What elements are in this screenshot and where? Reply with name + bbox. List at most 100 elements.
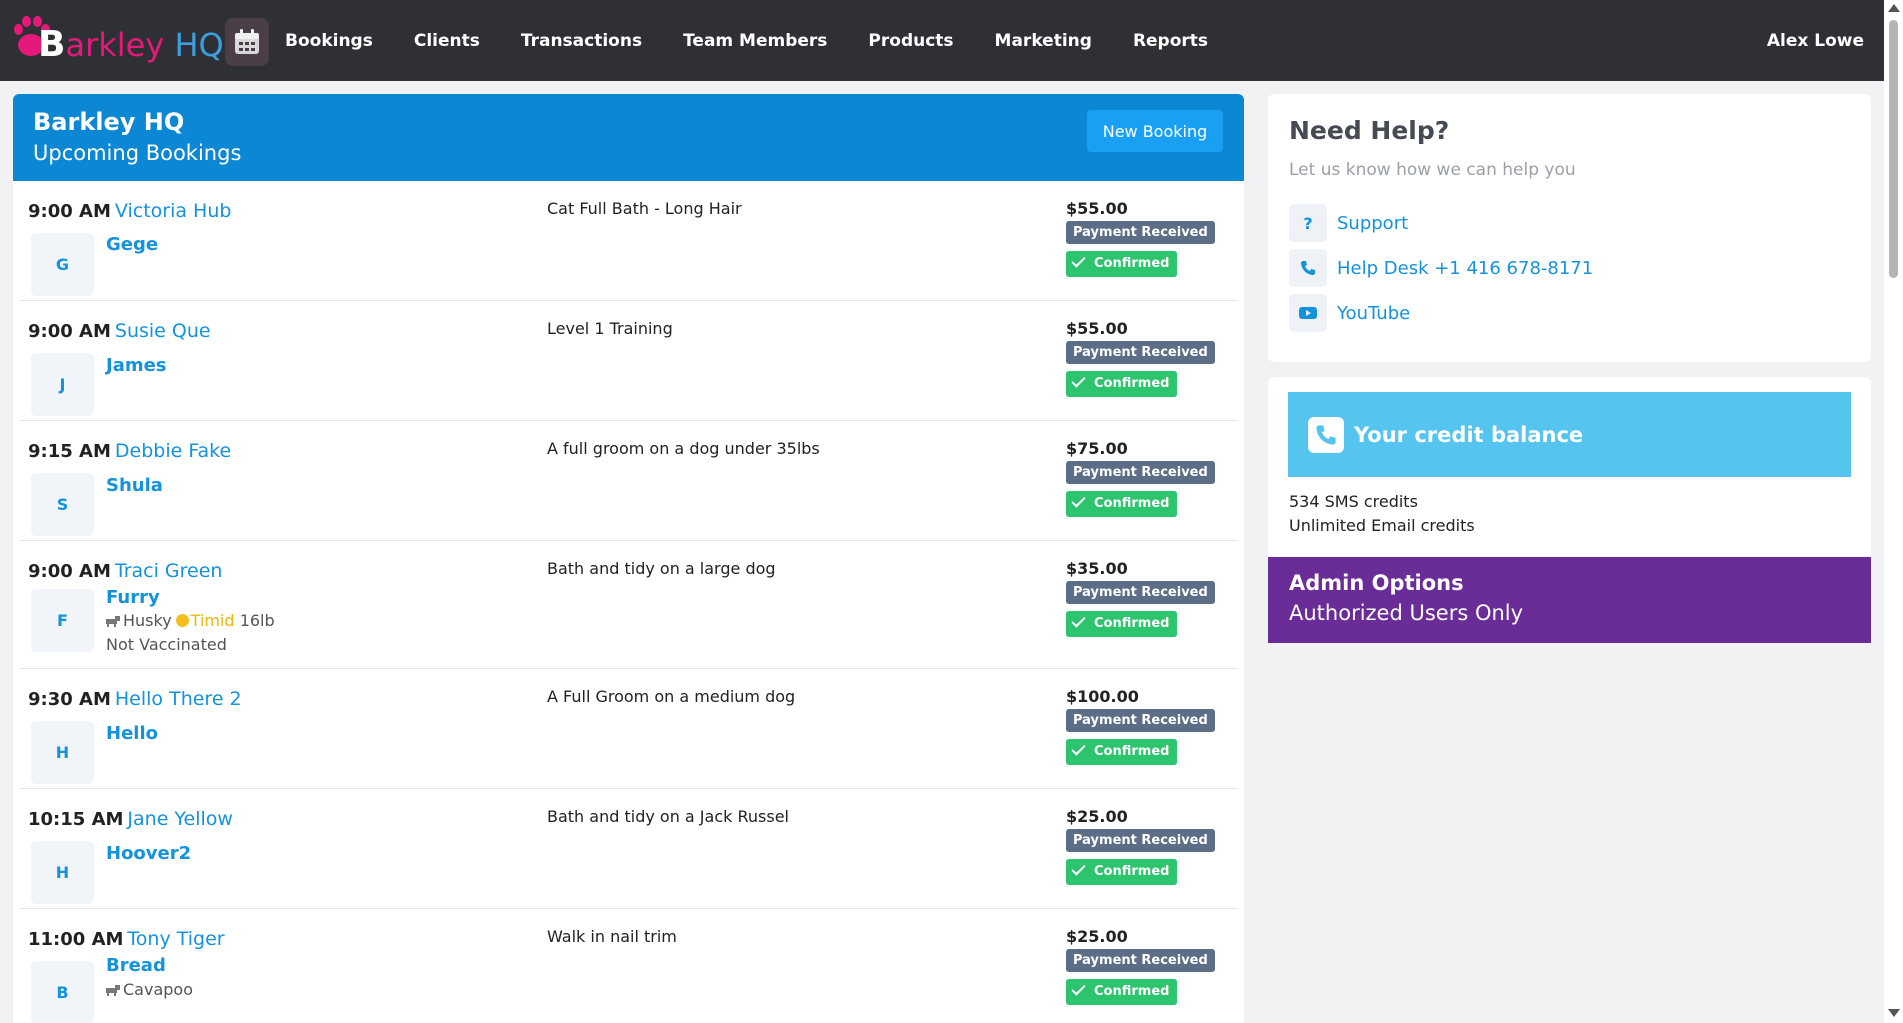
help-title: Need Help?	[1289, 116, 1450, 145]
client-link[interactable]: Victoria Hub	[115, 200, 232, 222]
pet-link[interactable]: Bread	[106, 955, 166, 976]
check-icon	[1071, 741, 1086, 756]
client-link[interactable]: Tony Tiger	[127, 928, 224, 950]
pet-avatar: G	[31, 233, 94, 296]
bookings-subtitle: Upcoming Bookings	[33, 141, 242, 165]
booking-price: $55.00	[1066, 199, 1128, 218]
booking-time: 11:00 AM Tony Tiger	[28, 928, 225, 950]
nav-marketing[interactable]: Marketing	[995, 31, 1092, 51]
help-desk-link[interactable]: Help Desk +1 416 678-8171	[1289, 249, 1593, 287]
booking-time: 10:15 AM Jane Yellow	[28, 808, 233, 830]
pet-details: Cavapoo	[106, 980, 193, 999]
service-name: A Full Groom on a medium dog	[547, 687, 796, 706]
user-menu[interactable]: Alex Lowe	[1767, 0, 1864, 81]
pet-link[interactable]: Hello	[106, 723, 158, 744]
page-scrollbar[interactable]	[1884, 0, 1903, 1023]
booking-price: $55.00	[1066, 319, 1128, 338]
dog-icon	[106, 985, 120, 996]
phone-icon	[1289, 249, 1327, 287]
scroll-up-icon[interactable]	[1888, 4, 1900, 12]
check-icon	[1071, 373, 1086, 388]
pet-avatar: J	[31, 353, 94, 416]
client-link[interactable]: Hello There 2	[115, 688, 242, 710]
payment-status-badge: Payment Received	[1066, 949, 1215, 972]
service-name: Level 1 Training	[547, 319, 673, 338]
credit-balance-card: Your credit balance 534 SMS credits Unli…	[1268, 377, 1871, 557]
payment-status-badge: Payment Received	[1066, 221, 1215, 244]
booking-time: 9:00 AM Susie Que	[28, 320, 211, 342]
pet-avatar: S	[31, 473, 94, 536]
client-link[interactable]: Susie Que	[115, 320, 211, 342]
nav-bookings[interactable]: Bookings	[285, 31, 373, 51]
youtube-icon	[1289, 294, 1327, 332]
booking-time: 9:00 AM Traci Green	[28, 560, 223, 582]
booking-row[interactable]: 9:00 AM Susie Que J James Level 1 Trainin…	[19, 301, 1238, 421]
confirmed-badge: Confirmed	[1066, 739, 1178, 765]
barkley-logo[interactable]: Barkley HQ	[12, 10, 224, 70]
service-name: Walk in nail trim	[547, 927, 677, 946]
booking-time: 9:00 AM Victoria Hub	[28, 200, 232, 222]
youtube-link[interactable]: YouTube	[1289, 294, 1410, 332]
nav-products[interactable]: Products	[868, 31, 953, 51]
booking-row[interactable]: 10:15 AM Jane Yellow H Hoover2 Bath and t…	[19, 789, 1238, 909]
nav-reports[interactable]: Reports	[1133, 31, 1208, 51]
question-icon: ?	[1289, 204, 1327, 242]
confirmed-badge: Confirmed	[1066, 859, 1178, 885]
service-name: Cat Full Bath - Long Hair	[547, 199, 742, 218]
support-link[interactable]: ? Support	[1289, 204, 1408, 242]
booking-row[interactable]: 9:30 AM Hello There 2 H Hello A Full Groo…	[19, 669, 1238, 789]
confirmed-badge: Confirmed	[1066, 491, 1178, 517]
confirmed-badge: Confirmed	[1066, 371, 1178, 397]
sms-credits: 534 SMS credits	[1289, 492, 1418, 511]
nav-transactions[interactable]: Transactions	[521, 31, 642, 51]
payment-status-badge: Payment Received	[1066, 461, 1215, 484]
service-name: Bath and tidy on a Jack Russel	[547, 807, 789, 826]
booking-price: $25.00	[1066, 807, 1128, 826]
scrollbar-thumb[interactable]	[1889, 20, 1898, 278]
payment-status-badge: Payment Received	[1066, 829, 1215, 852]
help-card: Need Help? Let us know how we can help y…	[1268, 94, 1871, 362]
upcoming-bookings-panel: Barkley HQ Upcoming Bookings New Booking…	[13, 94, 1244, 1023]
booking-row[interactable]: 11:00 AM Tony Tiger B Bread Cavapoo Walk …	[19, 909, 1238, 1023]
pet-link[interactable]: Gege	[106, 234, 158, 255]
booking-price: $75.00	[1066, 439, 1128, 458]
client-link[interactable]: Traci Green	[115, 560, 223, 582]
booking-row[interactable]: 9:00 AM Traci Green F Furry Husky Timid 16…	[19, 541, 1238, 669]
pet-avatar: H	[31, 841, 94, 904]
pet-link[interactable]: Hoover2	[106, 843, 191, 864]
nav-clients[interactable]: Clients	[414, 31, 480, 51]
pet-link[interactable]: Furry	[106, 587, 160, 608]
booking-price: $25.00	[1066, 927, 1128, 946]
payment-status-badge: Payment Received	[1066, 341, 1215, 364]
admin-title: Admin Options	[1289, 571, 1464, 595]
calendar-button[interactable]	[225, 18, 269, 66]
pet-avatar: H	[31, 721, 94, 784]
new-booking-button[interactable]: New Booking	[1087, 110, 1223, 152]
confirmed-badge: Confirmed	[1066, 611, 1178, 637]
timid-face-icon	[175, 614, 189, 627]
booking-price: $35.00	[1066, 559, 1128, 578]
help-subtitle: Let us know how we can help you	[1289, 160, 1576, 180]
pet-avatar: B	[31, 961, 94, 1023]
booking-row[interactable]: 9:00 AM Victoria Hub G Gege Cat Full Bath…	[19, 181, 1238, 301]
client-link[interactable]: Jane Yellow	[127, 808, 233, 830]
check-icon	[1071, 861, 1086, 876]
calendar-icon	[235, 29, 259, 54]
client-link[interactable]: Debbie Fake	[115, 440, 231, 462]
main-nav: Bookings Clients Transactions Team Membe…	[285, 0, 1249, 81]
location-title: Barkley HQ	[33, 108, 185, 136]
scroll-down-icon[interactable]	[1888, 1009, 1900, 1017]
admin-subtitle: Authorized Users Only	[1289, 601, 1524, 625]
payment-status-badge: Payment Received	[1066, 709, 1215, 732]
vaccination-status: Not Vaccinated	[106, 635, 227, 654]
admin-options-card[interactable]: Admin Options Authorized Users Only	[1268, 557, 1871, 643]
pet-link[interactable]: James	[106, 355, 167, 376]
check-icon	[1071, 613, 1086, 628]
booking-row[interactable]: 9:15 AM Debbie Fake S Shula A full groom …	[19, 421, 1238, 541]
bookings-header: Barkley HQ Upcoming Bookings New Booking	[13, 94, 1244, 181]
phone-icon	[1308, 416, 1344, 453]
pet-link[interactable]: Shula	[106, 475, 163, 496]
dog-icon	[106, 616, 120, 627]
nav-team-members[interactable]: Team Members	[683, 31, 827, 51]
check-icon	[1071, 253, 1086, 268]
